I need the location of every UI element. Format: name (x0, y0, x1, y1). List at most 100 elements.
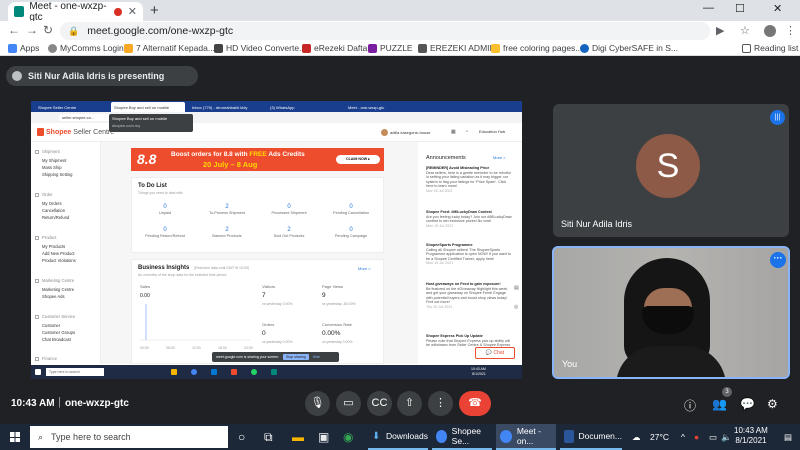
browser-tab-meet[interactable]: Meet - one-wxzp-gtc ✕ (8, 1, 143, 23)
windows-start-icon[interactable] (10, 432, 20, 442)
address-url: meet.google.com/one-wxzp-gtc (87, 25, 234, 37)
maximize-button[interactable]: ☐ (735, 2, 745, 15)
sidebar-item: Shopee Ads (42, 294, 65, 299)
todo-card: To Do List Things you need to deal with … (131, 177, 384, 253)
announcement-item: Shopee Express Pick Up Update Please note… (426, 334, 511, 348)
address-bar[interactable]: 🔒 meet.google.com/one-wxzp-gtc (60, 22, 710, 40)
chrome-icon (500, 429, 512, 443)
bookmark-puzzle[interactable]: PUZZLE (368, 43, 413, 53)
present-now-button[interactable]: ⇧ (397, 391, 422, 416)
shared-tab: Meet - one-wxzp-gtc (348, 105, 385, 110)
shared-tab-active: Shopee Buy and sell on mobile (111, 102, 185, 112)
participant-name: Siti Nur Adila Idris (561, 219, 633, 229)
profile-avatar[interactable] (764, 25, 776, 37)
sales-value: 0.00 (140, 293, 150, 299)
participant-tile-presenter[interactable]: ||| S Siti Nur Adila Idris (553, 104, 789, 237)
todo-cell: 0 Pending Cancellation (333, 204, 369, 215)
participant-tile-self[interactable]: ··· You (552, 246, 790, 379)
camera-permission-icon[interactable]: ▶ (716, 24, 724, 37)
tray-overflow-icon[interactable]: ^ (681, 432, 685, 442)
browser-toolbar: ← → ↻ 🔒 meet.google.com/one-wxzp-gtc ▶ ☆… (0, 21, 800, 41)
conversion-compare: vs yesterday 0.00% (322, 340, 353, 344)
stop-sharing-button: Stop sharing (283, 354, 309, 360)
bookmark-erezeki-admin[interactable]: EREZEKI ADMIN (418, 43, 496, 53)
seller-user: adilla kasegonic.house (381, 129, 430, 136)
chrome-icon[interactable]: ◉ (343, 430, 353, 444)
forward-button[interactable]: → (26, 23, 38, 37)
network-icon[interactable]: ▭ (709, 432, 717, 443)
participant-name-self: You (562, 359, 578, 369)
camera-button[interactable]: ▭ (336, 391, 361, 416)
system-clock[interactable]: 10:43 AM 8/1/2021 (734, 426, 768, 446)
back-button[interactable]: ← (8, 23, 20, 37)
taskbar-app-shopee[interactable]: Shopee Se... (432, 424, 492, 450)
bookmark-mycomms[interactable]: MyComms Login (48, 43, 124, 53)
sidebar-item: Return/Refund (42, 215, 70, 220)
announcement-item: [REMINDER] Avoid Misleading Price Dear se… (426, 166, 511, 193)
shared-tab: Shopee Seller Centre (38, 105, 77, 110)
todo-title: To Do List (138, 183, 167, 189)
bookmark-video-converter[interactable]: HD Video Converte... (214, 43, 306, 53)
bookmark-favicon-icon (368, 43, 377, 53)
taskbar-app-downloads[interactable]: ⬇ Downloads (368, 424, 428, 450)
store-icon[interactable]: ▣ (318, 430, 329, 444)
sidebar-item: Product Violations (42, 258, 76, 263)
microphone-button[interactable]: 🎙 (305, 391, 330, 416)
file-explorer-icon[interactable]: ▬ (292, 430, 304, 444)
bookmark-favicon-icon (124, 43, 133, 53)
bookmark-digi-cybersafe[interactable]: Digi CyberSAFE in S... (580, 43, 678, 53)
todo-cell: 0 Pending Campaign (334, 227, 368, 238)
browser-menu-icon[interactable]: ⋮ (785, 24, 796, 37)
more-options-button[interactable]: ⋮ (428, 391, 453, 416)
separator: | (58, 396, 61, 408)
meet-control-bar: 10:43 AM | one-wxzp-gtc 🎙 ▭ CC ⇧ ⋮ ☎ ⓘ 👥… (0, 384, 800, 424)
leave-call-button[interactable]: ☎ (459, 391, 491, 416)
bookmark-coloring-pages[interactable]: free coloring pages... (491, 43, 582, 53)
bookmark-reading-list[interactable]: Reading list (742, 43, 798, 53)
minimize-button[interactable]: — (703, 2, 714, 14)
cortana-icon[interactable]: ○ (238, 430, 245, 444)
section-icon (35, 314, 39, 319)
volume-icon[interactable]: 🔈 (721, 432, 732, 443)
activities-icon[interactable]: ⚙ (767, 397, 778, 411)
section-icon (35, 278, 39, 283)
sales-label: Sales (140, 284, 151, 289)
banner-line1: Boost orders for 8.8 with FREE Ads Credi… (171, 151, 305, 158)
chat-icon[interactable]: 💬 (740, 397, 755, 411)
notifications-icon[interactable]: ▤ (784, 432, 792, 443)
more-options-icon[interactable]: ··· (770, 252, 786, 268)
bookmark-favicon-icon (418, 43, 427, 53)
section-icon (35, 192, 39, 197)
word-icon (564, 429, 574, 443)
captions-button[interactable]: CC (367, 391, 392, 416)
sidebar-section: Marketing Centre (35, 278, 74, 283)
close-window-button[interactable]: ✕ (773, 2, 782, 15)
screen-share-notice: meet.google.com is sharing your screen. … (212, 352, 339, 362)
taskbar-app-meet[interactable]: Meet - on... (496, 424, 556, 450)
taskbar-app-word[interactable]: Documen... (560, 424, 622, 450)
task-view-icon[interactable]: ⧉ (264, 430, 273, 445)
meet-favicon-icon (14, 6, 25, 17)
x-tick: 12:00 (192, 346, 201, 350)
meeting-details-icon[interactable]: ⓘ (684, 397, 696, 414)
people-icon[interactable]: 👥 (712, 397, 727, 411)
presenting-indicator: Siti Nur Adila Idris is presenting (6, 66, 198, 86)
taskbar-search[interactable]: ⌕ Type here to search (30, 426, 228, 448)
new-tab-button[interactable]: + (150, 2, 159, 19)
seller-avatar (381, 129, 388, 136)
sidebar-item: Cancellation (42, 208, 66, 213)
apps-grid-icon: ▦ (451, 129, 456, 135)
bookmark-apps[interactable]: Apps (8, 43, 39, 53)
bookmark-alternatif[interactable]: 7 Alternatif Kepada... (124, 43, 215, 53)
star-icon[interactable]: ☆ (740, 24, 750, 37)
weather-icon[interactable]: ☁ (632, 432, 641, 443)
meet-tray-icon[interactable]: ● (694, 432, 699, 442)
search-icon: ⌕ (38, 431, 44, 442)
speaking-indicator-icon: ||| (770, 110, 785, 125)
close-tab-icon[interactable]: ✕ (128, 5, 137, 18)
meet-icon (271, 369, 277, 375)
insights-more-link: More > (358, 266, 371, 271)
reload-button[interactable]: ↻ (43, 23, 53, 37)
shared-taskbar-clock: 10:43 AM 8/1/2021 (471, 367, 486, 376)
bookmark-erezeki-daftar[interactable]: eRezeki Daftar (302, 43, 370, 53)
